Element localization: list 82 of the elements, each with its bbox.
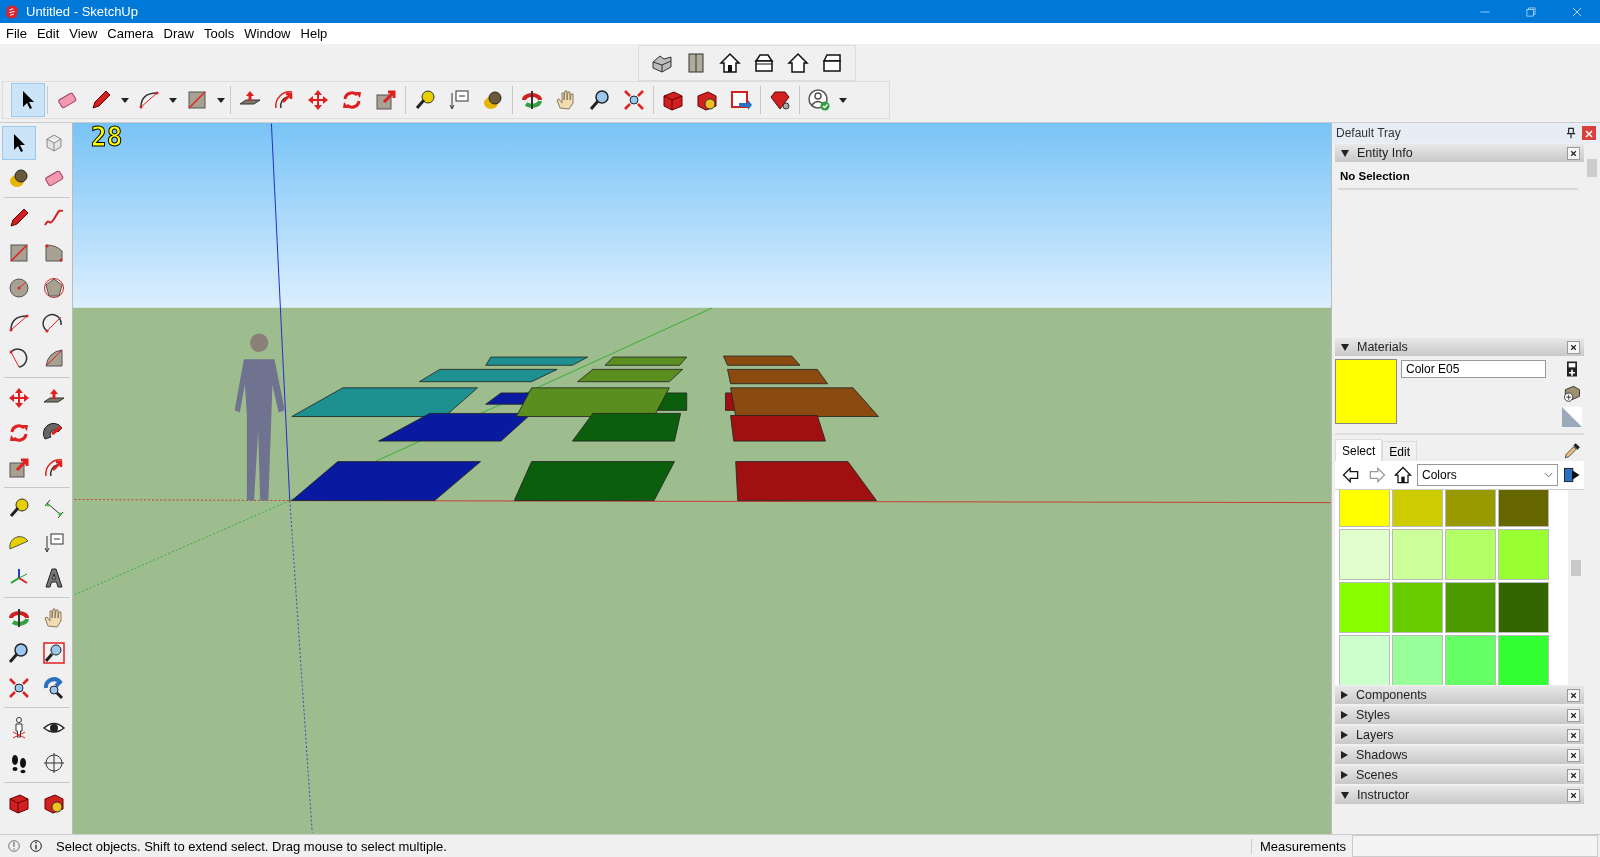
measurements-field[interactable] [1352,835,1598,857]
measurements-label: Measurements [1251,838,1346,854]
close-icon[interactable] [1567,146,1580,160]
color-swatch[interactable] [1392,490,1443,527]
panel-header[interactable]: Instructor [1335,786,1584,804]
color-swatch[interactable] [1339,490,1390,527]
menu-item[interactable]: View [65,26,104,41]
expand-triangle-icon [1341,771,1348,779]
window-title: Untitled - SketchUp [26,4,138,19]
tray-title: Default Tray [1336,126,1401,140]
location-circle-icon[interactable] [6,838,22,854]
arrow-pointer-icon[interactable] [2,125,36,160]
status-message: Select objects. Shift to extend select. Drag mouse to select multiple. [56,838,447,854]
close-icon[interactable] [1567,748,1580,762]
color-swatch[interactable] [1498,582,1549,633]
expand-triangle-icon [1341,751,1348,759]
selection-status: No Selection [1338,167,1578,190]
close-icon[interactable] [1567,788,1580,802]
add-material-icon[interactable] [1562,383,1582,403]
expand-triangle-icon [1341,731,1348,739]
color-swatch[interactable] [1445,490,1496,527]
close-icon[interactable] [1567,688,1580,702]
home-icon[interactable] [1393,465,1413,485]
color-swatch[interactable] [1339,582,1390,633]
pin-icon[interactable] [1564,126,1578,140]
color-swatch[interactable] [1498,490,1549,527]
panel-title: Entity Info [1357,146,1413,160]
menu-item[interactable]: File [2,26,33,41]
collapse-triangle-icon [1341,343,1349,351]
menu-item[interactable]: Help [296,26,334,41]
panel-header[interactable]: Shadows [1335,746,1584,764]
color-swatch[interactable] [1445,582,1496,633]
panel-header[interactable]: Styles [1335,706,1584,724]
color-swatch[interactable] [1498,529,1549,580]
panel-title: Layers [1356,728,1394,742]
menu-item[interactable]: Tools [199,26,241,41]
color-swatch[interactable] [1392,529,1443,580]
panel-title: Scenes [1356,768,1398,782]
collapse-triangle-icon [1341,149,1349,157]
app-logo-icon [4,3,20,20]
panel-header[interactable]: Entity Info [1335,144,1584,162]
viewport-label: 28 [91,123,123,151]
color-swatch[interactable] [1445,529,1496,580]
eyedropper-icon[interactable] [1562,441,1582,461]
expand-triangle-icon [1341,691,1348,699]
menu-item[interactable]: Camera [103,26,160,41]
tab[interactable]: Select [1335,439,1383,461]
panel-title: Materials [1357,340,1408,354]
panel-header[interactable]: Materials [1335,338,1584,356]
panel-title: Instructor [1357,788,1410,802]
close-icon[interactable] [1567,708,1580,722]
panel-header[interactable]: Scenes [1335,766,1584,784]
panel-header[interactable]: Layers [1335,726,1584,744]
collapse-triangle-icon [1341,791,1349,799]
info-icon[interactable] [28,838,44,854]
color-swatch[interactable] [1339,529,1390,580]
expand-triangle-icon [1341,711,1348,719]
details-arrow-icon[interactable] [1562,465,1582,485]
panel-title: Components [1356,688,1427,702]
close-icon[interactable] [1567,768,1580,782]
chevron-down-icon [1544,472,1553,478]
color-swatch[interactable] [1498,635,1549,685]
close-icon[interactable] [1567,340,1580,354]
tab[interactable]: Edit [1382,441,1418,461]
arrow-pointer-icon[interactable] [11,83,45,117]
color-swatch[interactable] [1392,635,1443,685]
menu-item[interactable]: Draw [159,26,200,41]
forward-arrow-icon[interactable] [1367,465,1387,485]
menu-item[interactable]: Window [240,26,297,41]
color-swatch[interactable] [1339,635,1390,685]
material-name-field[interactable]: Color E05 [1401,360,1546,378]
back-arrow-icon[interactable] [1341,465,1361,485]
menu-item[interactable]: Edit [32,26,66,41]
dropdown-value: Colors [1422,468,1458,482]
panel-header[interactable]: Components [1335,686,1584,704]
close-icon[interactable] [1567,728,1580,742]
scrollbar[interactable] [1568,490,1584,685]
color-swatch[interactable] [1445,635,1496,685]
library-dropdown[interactable]: Colors [1417,464,1558,486]
panel-title: Shadows [1356,748,1408,762]
color-swatch[interactable] [1392,582,1443,633]
panel-title: Styles [1356,708,1391,722]
